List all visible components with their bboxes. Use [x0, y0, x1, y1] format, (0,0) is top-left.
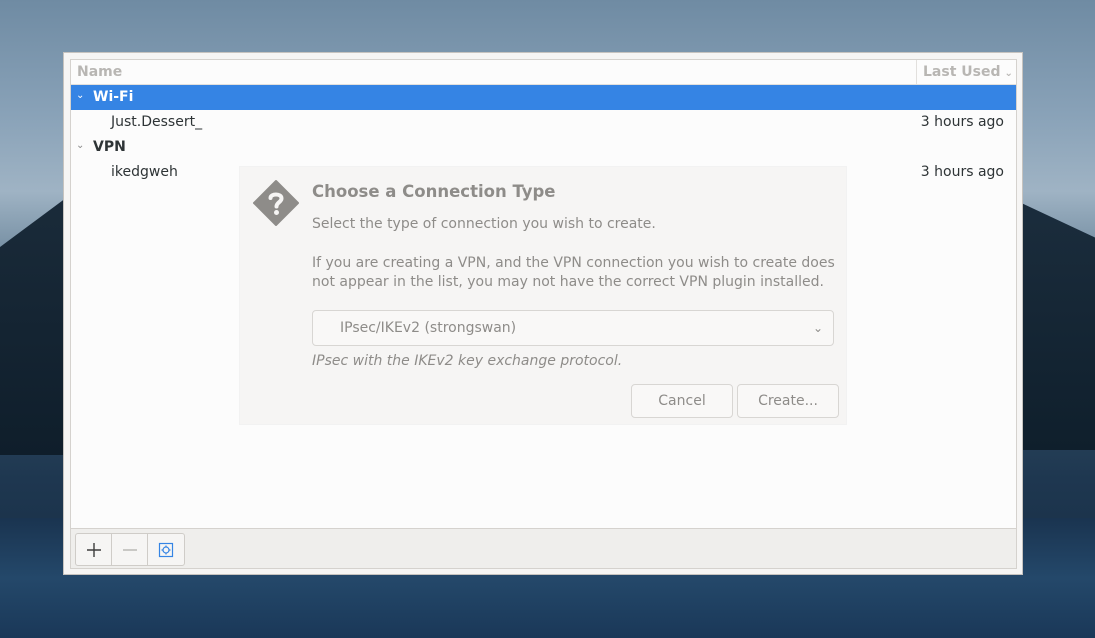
group-label: Wi-Fi: [93, 89, 134, 105]
group-row-wifi[interactable]: ⌄ Wi-Fi: [71, 85, 1016, 110]
minus-icon: [122, 548, 137, 551]
connection-last-used: 3 hours ago: [920, 164, 1004, 180]
chevron-down-icon: ⌄: [812, 321, 823, 335]
column-header-last-used-label: Last Used: [923, 64, 1001, 80]
desktop-mountain-right: [1015, 200, 1095, 450]
configure-button[interactable]: [148, 534, 184, 565]
connection-type-description: IPsec with the IKEv2 key exchange protoc…: [312, 353, 623, 369]
group-row-vpn[interactable]: ⌄ VPN: [71, 135, 1016, 160]
choose-connection-type-dialog: Choose a Connection Type Select the type…: [240, 167, 846, 424]
configure-icon: [158, 542, 174, 557]
remove-connection-button[interactable]: [112, 534, 148, 565]
plus-icon: [86, 542, 101, 557]
group-label: VPN: [93, 139, 126, 155]
connection-last-used: 3 hours ago: [920, 114, 1004, 130]
dialog-title: Choose a Connection Type: [312, 182, 556, 201]
list-toolbar: [70, 528, 1017, 569]
column-header-name[interactable]: Name: [77, 64, 122, 80]
connection-type-select[interactable]: IPsec/IKEv2 (strongswan) ⌄: [312, 310, 834, 346]
dialog-subtitle: Select the type of connection you wish t…: [312, 216, 656, 232]
desktop-mountain-left: [0, 195, 70, 455]
question-icon: [253, 180, 299, 226]
cancel-button[interactable]: Cancel: [631, 384, 733, 418]
connection-name: ikedgweh: [111, 164, 178, 180]
column-header-last-used[interactable]: Last Used ⌄: [916, 60, 1017, 84]
list-header: Name Last Used ⌄: [71, 60, 1016, 85]
chevron-down-icon[interactable]: ⌄: [76, 140, 84, 151]
create-button[interactable]: Create...: [737, 384, 839, 418]
add-connection-button[interactable]: [76, 534, 112, 565]
connection-name: Just.Dessert_: [111, 114, 203, 130]
chevron-down-icon[interactable]: ⌄: [76, 90, 84, 101]
connection-type-value: IPsec/IKEv2 (strongswan): [340, 320, 517, 336]
dialog-info-text: If you are creating a VPN, and the VPN c…: [312, 255, 835, 290]
connection-row[interactable]: Just.Dessert_ 3 hours ago: [71, 110, 1016, 135]
toolbar-button-group: [75, 533, 185, 566]
sort-chevron-icon: ⌄: [1004, 68, 1013, 79]
